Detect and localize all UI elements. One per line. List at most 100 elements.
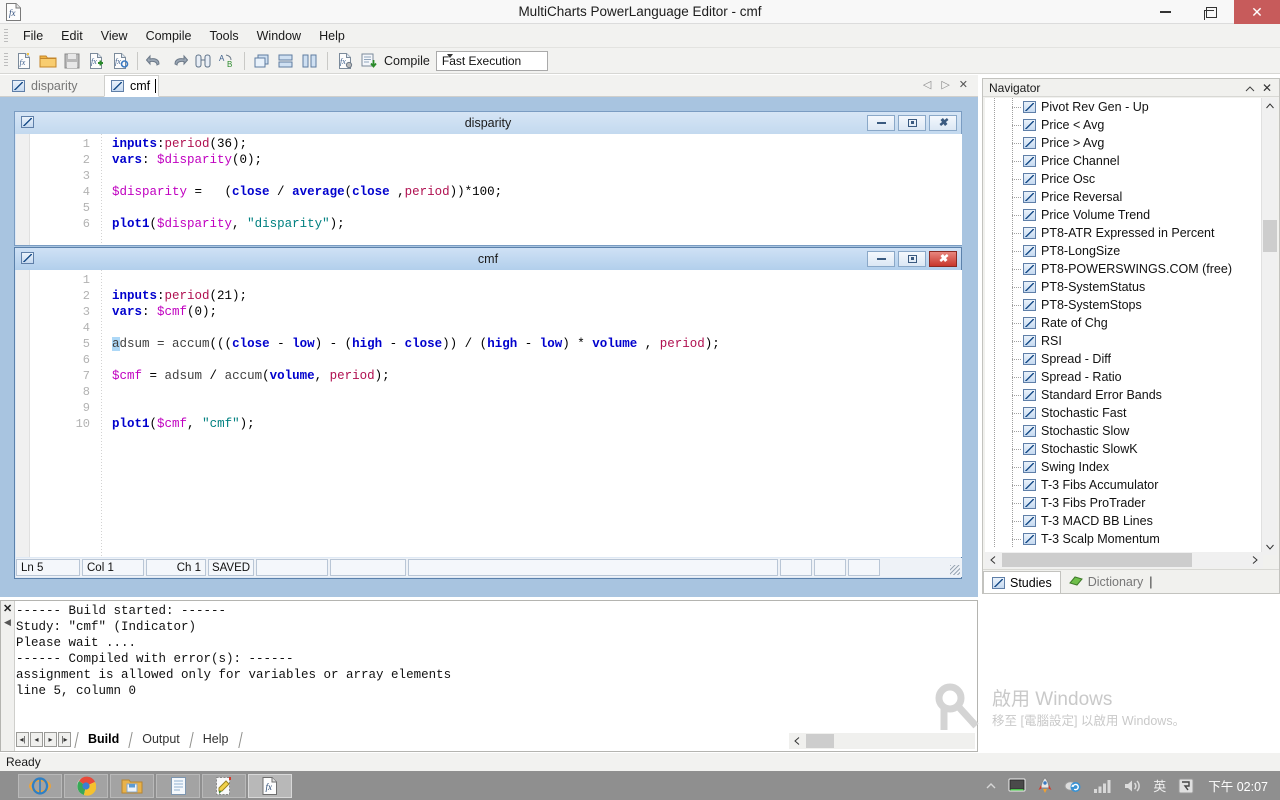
- navigator-horizontal-scrollbar[interactable]: [985, 552, 1263, 568]
- code-line[interactable]: 4 $disparity = (close / average(close ,pe…: [16, 184, 962, 200]
- tile-vertical-button[interactable]: [299, 50, 321, 72]
- code-line[interactable]: 10 plot1($cmf, "cmf");: [16, 416, 962, 432]
- scrollbar-thumb[interactable]: [1002, 553, 1192, 567]
- list-item[interactable]: Pivot Rev Gen - Up: [985, 98, 1263, 116]
- list-item[interactable]: Price Volume Trend: [985, 206, 1263, 224]
- tab-prev-button[interactable]: ◁: [923, 78, 931, 91]
- ime-mode-icon[interactable]: [1178, 778, 1194, 794]
- output-collapse-icon[interactable]: ◀: [4, 617, 11, 628]
- tab-studies[interactable]: Studies: [983, 571, 1061, 593]
- taskbar-notepad[interactable]: [156, 774, 200, 798]
- undo-button[interactable]: [144, 50, 166, 72]
- taskbar-clock[interactable]: 下午 02:07: [1208, 776, 1268, 795]
- list-item[interactable]: PT8-SystemStatus: [985, 278, 1263, 296]
- tab-close-button[interactable]: ✕: [959, 78, 968, 91]
- resize-grip[interactable]: [950, 565, 960, 575]
- code-editor-cmf[interactable]: 1 2 inputs:period(21); 3 vars: $cmf(0); 4 5 ads…: [16, 270, 962, 557]
- list-item[interactable]: PT8-LongSize: [985, 242, 1263, 260]
- volume-icon[interactable]: [1124, 779, 1141, 793]
- minimize-button[interactable]: [1142, 0, 1188, 24]
- code-line[interactable]: 9: [16, 400, 962, 416]
- find-button[interactable]: [192, 50, 214, 72]
- list-item[interactable]: Standard Error Bands: [985, 386, 1263, 404]
- show-hidden-icons-button[interactable]: [986, 782, 996, 790]
- taskbar-file-explorer[interactable]: [110, 774, 154, 798]
- scrollbar-thumb[interactable]: [806, 734, 834, 748]
- list-item[interactable]: Stochastic Slow: [985, 422, 1263, 440]
- compile-settings-button[interactable]: fx: [334, 50, 356, 72]
- code-line[interactable]: 1: [16, 272, 962, 288]
- rocket-icon[interactable]: [1038, 777, 1052, 794]
- navigator-study-list[interactable]: Pivot Rev Gen - Up Price < Avg Price > Avg…: [985, 98, 1263, 555]
- redo-button[interactable]: [168, 50, 190, 72]
- monitor-icon[interactable]: [1008, 778, 1026, 794]
- menu-tools[interactable]: Tools: [200, 25, 247, 47]
- output-prev-button[interactable]: ◂: [30, 731, 43, 747]
- code-line[interactable]: 5 adsum = accum(((close - low) - (high - …: [16, 336, 962, 352]
- code-line[interactable]: 2 inputs:period(21);: [16, 288, 962, 304]
- code-editor-disparity[interactable]: 1 inputs:period(36); 2 vars: $disparity(0);…: [16, 134, 962, 245]
- list-item[interactable]: T-3 Fibs Accumulator: [985, 476, 1263, 494]
- tab-disparity[interactable]: disparity: [6, 75, 86, 97]
- scroll-right-icon[interactable]: [1247, 552, 1263, 568]
- editor-maximize-button[interactable]: [898, 115, 926, 131]
- menu-help[interactable]: Help: [310, 25, 354, 47]
- output-last-button[interactable]: |▸: [58, 731, 71, 747]
- list-item[interactable]: T-3 MACD BB Lines: [985, 512, 1263, 530]
- output-horizontal-scrollbar[interactable]: [789, 733, 975, 749]
- tab-build[interactable]: Build: [81, 731, 126, 748]
- scroll-down-icon[interactable]: [1262, 539, 1278, 555]
- list-item[interactable]: Price Reversal: [985, 188, 1263, 206]
- list-item[interactable]: Rate of Chg: [985, 314, 1263, 332]
- menu-file[interactable]: File: [14, 25, 52, 47]
- compile-all-button[interactable]: [358, 50, 380, 72]
- editor-window-cmf-titlebar[interactable]: cmf ✖: [15, 248, 961, 270]
- code-line[interactable]: 4: [16, 320, 962, 336]
- tile-horizontal-button[interactable]: [275, 50, 297, 72]
- editor-minimize-button[interactable]: [867, 115, 895, 131]
- editor-close-button[interactable]: ✖: [929, 251, 957, 267]
- menu-edit[interactable]: Edit: [52, 25, 92, 47]
- list-item[interactable]: Stochastic SlowK: [985, 440, 1263, 458]
- taskbar-edit-document[interactable]: [202, 774, 246, 798]
- code-line[interactable]: 3: [16, 168, 962, 184]
- code-line[interactable]: 8: [16, 384, 962, 400]
- output-close-button[interactable]: ✕: [3, 602, 12, 615]
- list-item[interactable]: Price Channel: [985, 152, 1263, 170]
- open-button[interactable]: [37, 50, 59, 72]
- scroll-up-icon[interactable]: [1262, 98, 1278, 114]
- chevron-down-icon[interactable]: [442, 52, 459, 70]
- menubar-grip[interactable]: [4, 29, 8, 43]
- list-item[interactable]: Price Osc: [985, 170, 1263, 188]
- list-item[interactable]: RSI: [985, 332, 1263, 350]
- navigator-close-button[interactable]: ✕: [1262, 81, 1272, 95]
- code-line[interactable]: 5: [16, 200, 962, 216]
- scroll-left-icon[interactable]: [985, 552, 1001, 568]
- signal-bars-icon[interactable]: [1094, 779, 1112, 793]
- code-line[interactable]: 6 plot1($disparity, "disparity");: [16, 216, 962, 232]
- code-line[interactable]: 3 vars: $cmf(0);: [16, 304, 962, 320]
- tab-help[interactable]: Help: [196, 731, 236, 748]
- tab-next-button[interactable]: ▷: [941, 78, 949, 91]
- list-item[interactable]: Spread - Diff: [985, 350, 1263, 368]
- taskbar-powerlanguage-editor[interactable]: fx: [248, 774, 292, 798]
- toolbar-grip[interactable]: [4, 53, 8, 67]
- replace-button[interactable]: AB: [216, 50, 238, 72]
- list-item[interactable]: Price > Avg: [985, 134, 1263, 152]
- list-item[interactable]: Price < Avg: [985, 116, 1263, 134]
- scrollbar-thumb[interactable]: [1263, 220, 1277, 252]
- menu-window[interactable]: Window: [248, 25, 310, 47]
- editor-window-cmf[interactable]: cmf ✖ 1 2 inputs:period(21); 3 vars: $cmf(0)…: [14, 247, 962, 579]
- output-next-button[interactable]: ▸: [44, 731, 57, 747]
- taskbar-internet-explorer[interactable]: [18, 774, 62, 798]
- menu-view[interactable]: View: [92, 25, 137, 47]
- list-item[interactable]: Stochastic Fast: [985, 404, 1263, 422]
- network-sync-icon[interactable]: [1064, 778, 1082, 794]
- import-study-button[interactable]: fx: [85, 50, 107, 72]
- code-line[interactable]: 2 vars: $disparity(0);: [16, 152, 962, 168]
- list-item[interactable]: PT8-ATR Expressed in Percent: [985, 224, 1263, 242]
- close-button[interactable]: ✕: [1234, 0, 1280, 24]
- taskbar-chrome[interactable]: [64, 774, 108, 798]
- scroll-left-icon[interactable]: [789, 733, 805, 749]
- execution-mode-select[interactable]: Fast Execution: [435, 51, 548, 71]
